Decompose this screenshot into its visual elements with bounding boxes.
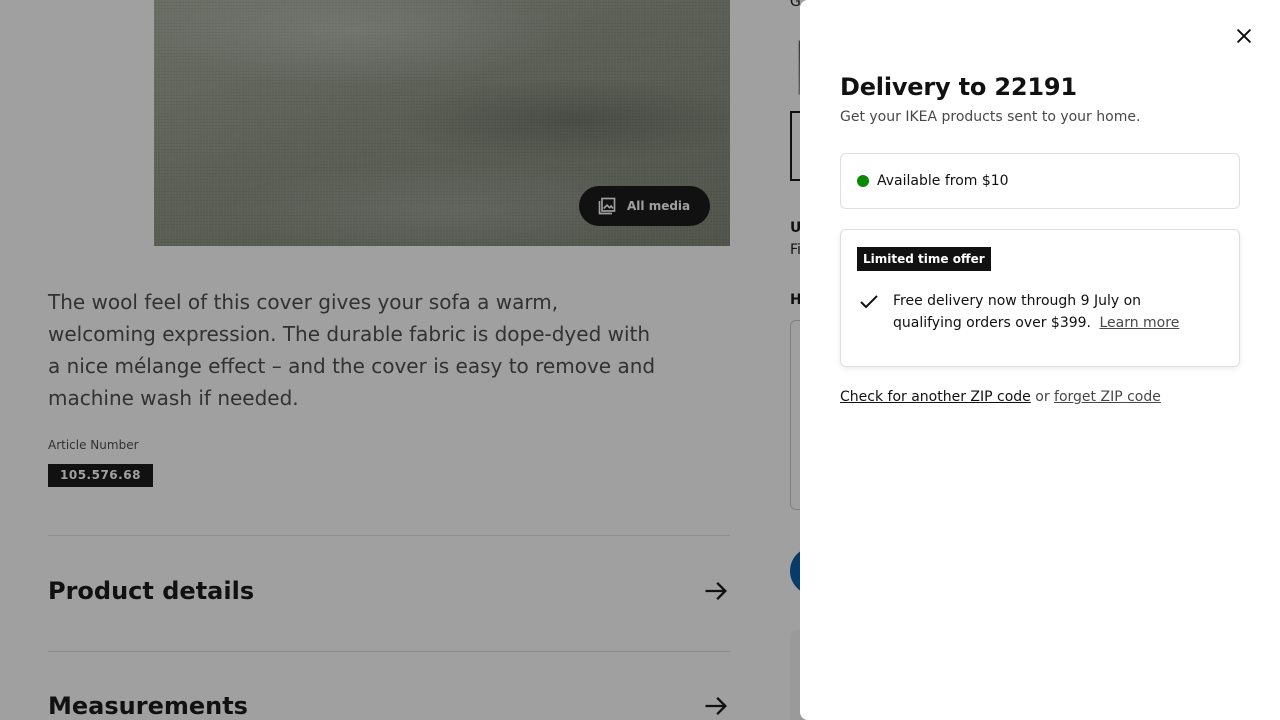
close-icon [1237, 29, 1251, 43]
or-text: or [1035, 389, 1050, 405]
zip-actions: Check for another ZIP code or forget ZIP… [840, 389, 1161, 405]
close-button[interactable] [1228, 20, 1260, 52]
learn-more-link[interactable]: Learn more [1099, 315, 1179, 331]
panel-subtitle: Get your IKEA products sent to your home… [840, 109, 1141, 125]
checkmark-icon [860, 295, 878, 309]
offer-card: Limited time offer Free delivery now thr… [840, 229, 1240, 367]
availability-text: Available from $10 [877, 173, 1009, 189]
offer-badge: Limited time offer [857, 247, 991, 271]
check-another-zip-link[interactable]: Check for another ZIP code [840, 389, 1031, 405]
panel-title: Delivery to 22191 [840, 73, 1077, 101]
status-dot-icon [857, 175, 869, 187]
forget-zip-link[interactable]: forget ZIP code [1054, 389, 1161, 405]
offer-description: Free delivery now through 9 July on qual… [893, 290, 1213, 334]
availability-card: Available from $10 [840, 153, 1240, 209]
